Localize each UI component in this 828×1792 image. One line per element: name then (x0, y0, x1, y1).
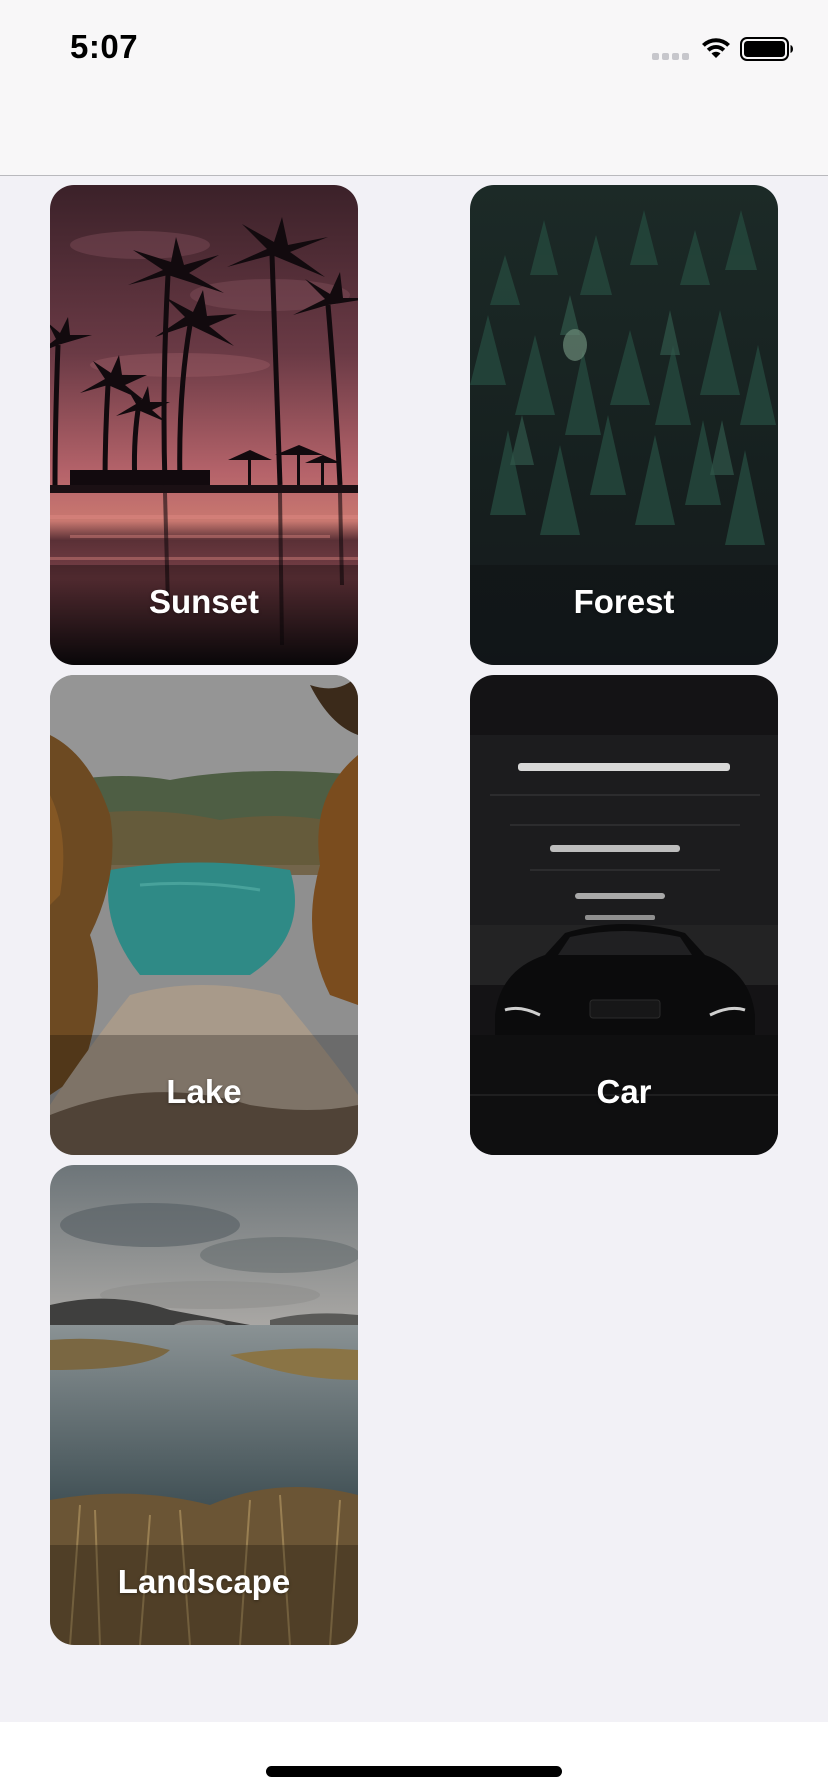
card-label: Landscape (117, 1563, 291, 1600)
photo-card-sunset[interactable]: Sunset (50, 185, 358, 665)
card-label: Car (596, 1073, 652, 1110)
home-indicator-area (0, 1722, 828, 1792)
home-indicator[interactable] (266, 1766, 562, 1777)
card-label: Sunset (148, 583, 260, 620)
photo-card-landscape[interactable]: Landscape (50, 1165, 358, 1645)
photo-grid: Sunset Forest Lake Car Landscape (0, 0, 828, 1792)
card-label: Forest (573, 583, 675, 620)
card-label: Lake (166, 1073, 242, 1110)
photo-card-lake[interactable]: Lake (50, 675, 358, 1155)
photo-card-forest[interactable]: Forest (470, 185, 778, 665)
photo-card-car[interactable]: Car (470, 675, 778, 1155)
